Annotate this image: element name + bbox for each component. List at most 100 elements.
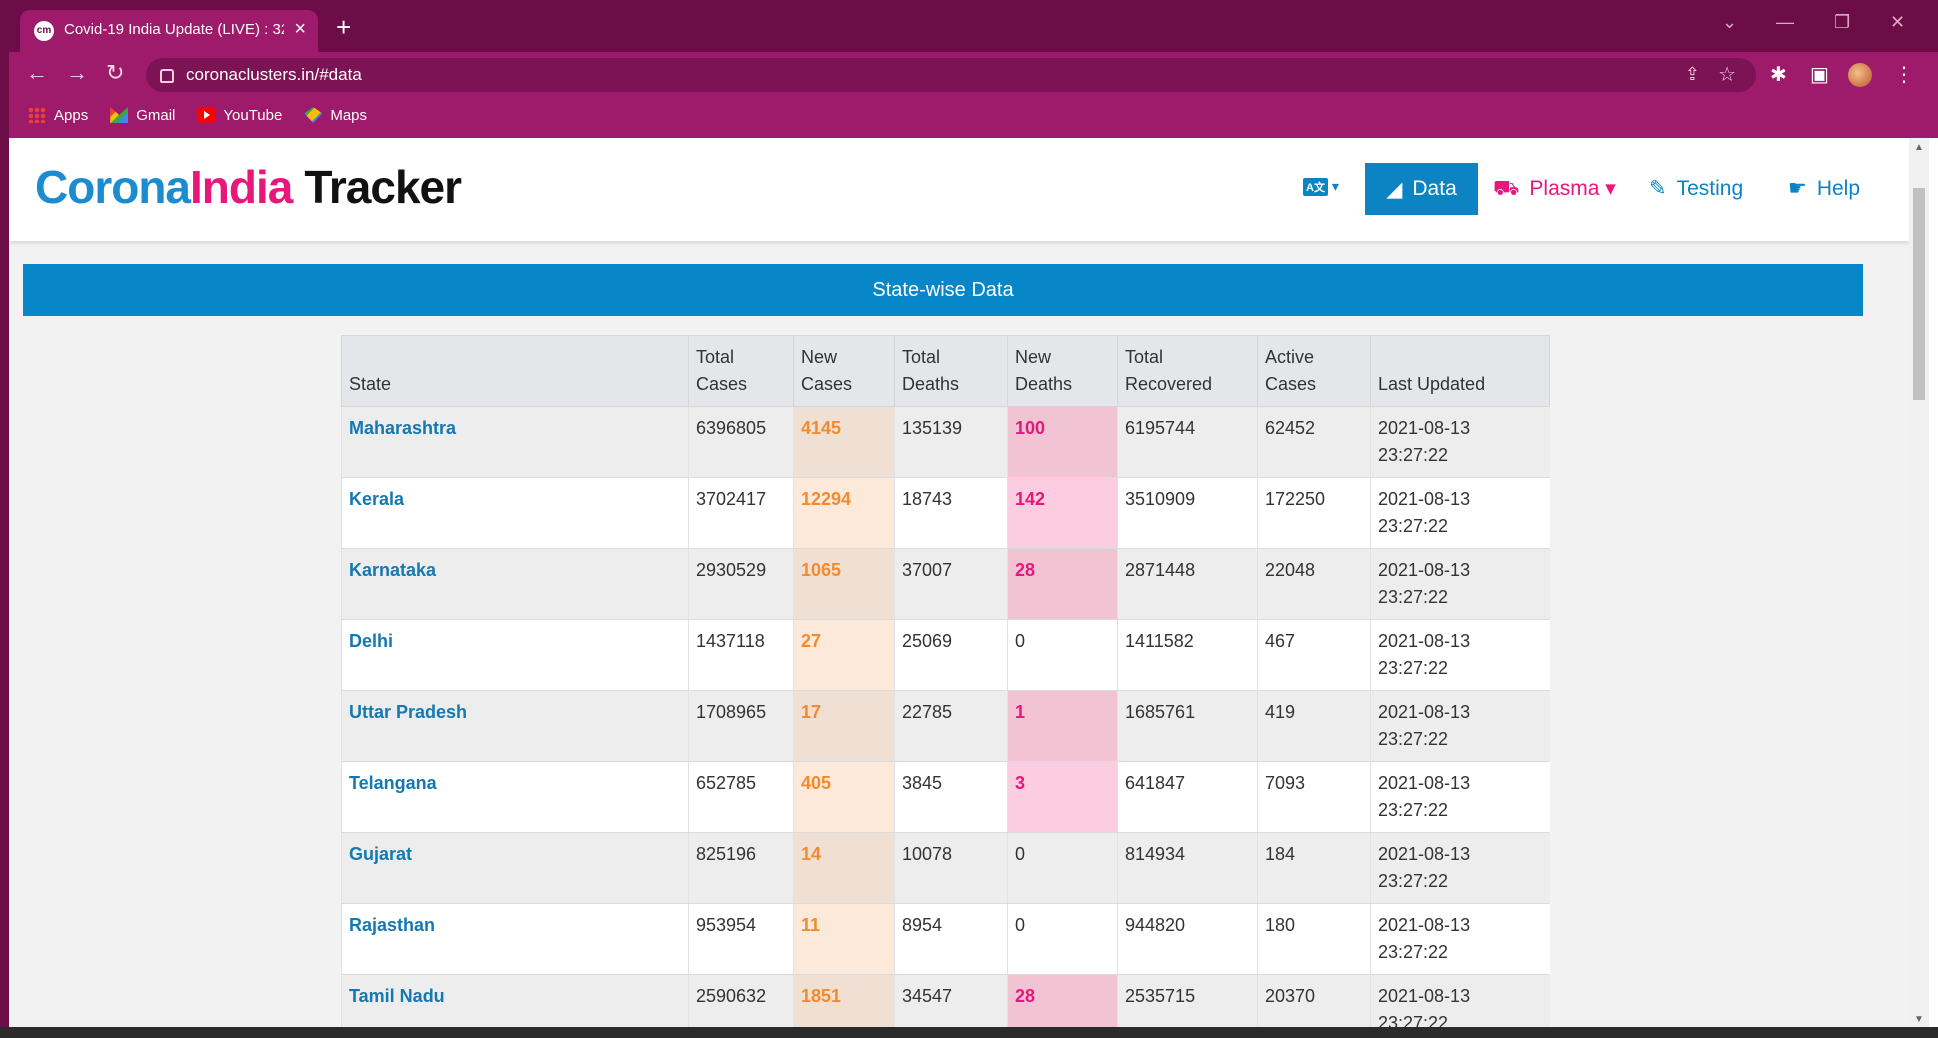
- translate-icon: A文: [1303, 178, 1328, 196]
- total-recovered-cell: 814934: [1117, 832, 1258, 904]
- state-link[interactable]: Tamil Nadu: [341, 974, 689, 1027]
- total-cases-cell: 652785: [688, 761, 794, 833]
- minimize-icon[interactable]: —: [1776, 12, 1794, 33]
- state-wise-banner: State-wise Data: [23, 264, 1863, 316]
- new-cases-cell: 1065: [793, 548, 895, 620]
- reload-icon[interactable]: ↻: [106, 60, 124, 86]
- new-deaths-cell: 1: [1007, 690, 1118, 762]
- table-header-row: State Total Cases New Cases Total Deaths Ne…: [341, 335, 1550, 407]
- active-cases-cell: 172250: [1257, 477, 1371, 549]
- new-cases-cell: 1851: [793, 974, 895, 1027]
- nav-data-button[interactable]: ◢ Data: [1365, 163, 1478, 215]
- total-deaths-cell: 135139: [894, 406, 1008, 478]
- handshake-icon: ☛: [1788, 177, 1807, 200]
- page-scrollbar[interactable]: ▲ ▼: [1909, 138, 1929, 1027]
- header-state[interactable]: State: [341, 335, 689, 407]
- total-deaths-cell: 25069: [894, 619, 1008, 691]
- window-border: [0, 0, 9, 1038]
- site-logo[interactable]: CoronaIndia Tracker: [35, 160, 462, 214]
- new-deaths-cell: 0: [1007, 619, 1118, 691]
- header-last-updated[interactable]: Last Updated: [1370, 335, 1550, 407]
- total-recovered-cell: 6195744: [1117, 406, 1258, 478]
- state-link[interactable]: Telangana: [341, 761, 689, 833]
- nav-plasma-dropdown[interactable]: ⛟ Plasma ▾: [1493, 176, 1616, 203]
- state-link[interactable]: Rajasthan: [341, 903, 689, 975]
- state-link[interactable]: Delhi: [341, 619, 689, 691]
- bookmark-apps[interactable]: Apps: [28, 107, 88, 124]
- plus-icon[interactable]: +: [336, 12, 351, 43]
- extensions-icon[interactable]: ✱: [1770, 62, 1787, 87]
- new-cases-cell: 27: [793, 619, 895, 691]
- active-cases-cell: 20370: [1257, 974, 1371, 1027]
- total-cases-cell: 1708965: [688, 690, 794, 762]
- table-row: Rajasthan 953954 11 8954 0 944820 180 2021-08-1…: [341, 903, 1550, 975]
- youtube-icon: [197, 107, 216, 123]
- new-cases-cell: 4145: [793, 406, 895, 478]
- new-deaths-cell: 28: [1007, 548, 1118, 620]
- table-row: Gujarat 825196 14 10078 0 814934 184 2021-08-13…: [341, 832, 1550, 904]
- header-new-cases[interactable]: New Cases: [793, 335, 895, 407]
- sidebar-icon[interactable]: ▣: [1810, 62, 1829, 87]
- state-link[interactable]: Uttar Pradesh: [341, 690, 689, 762]
- last-updated-cell: 2021-08-13 23:27:22: [1370, 832, 1550, 904]
- table-row: Telangana 652785 405 3845 3 641847 7093 2021-08…: [341, 761, 1550, 833]
- active-cases-cell: 180: [1257, 903, 1371, 975]
- profile-avatar[interactable]: [1848, 63, 1872, 87]
- tab-title: Covid-19 India Update (LIVE) : 32: [64, 21, 284, 38]
- last-updated-cell: 2021-08-13 23:27:22: [1370, 974, 1550, 1027]
- header-total-cases[interactable]: Total Cases: [688, 335, 794, 407]
- header-total-deaths[interactable]: Total Deaths: [894, 335, 1008, 407]
- total-cases-cell: 3702417: [688, 477, 794, 549]
- bookmark-maps[interactable]: Maps: [304, 107, 367, 124]
- lock-icon: [160, 69, 174, 83]
- active-cases-cell: 467: [1257, 619, 1371, 691]
- last-updated-cell: 2021-08-13 23:27:22: [1370, 619, 1550, 691]
- total-cases-cell: 6396805: [688, 406, 794, 478]
- language-dropdown[interactable]: A文 ▾: [1303, 178, 1339, 196]
- nav-testing-link[interactable]: ✎ Testing: [1649, 176, 1743, 201]
- scroll-up-icon[interactable]: ▲: [1914, 142, 1924, 153]
- new-cases-cell: 17: [793, 690, 895, 762]
- menu-icon[interactable]: ⋮: [1894, 62, 1914, 87]
- bookmark-youtube[interactable]: YouTube: [197, 107, 282, 124]
- nav-help-link[interactable]: ☛ Help: [1788, 176, 1860, 201]
- share-icon[interactable]: ⇪: [1685, 64, 1700, 85]
- browser-tab[interactable]: cm Covid-19 India Update (LIVE) : 32 ×: [20, 10, 318, 52]
- last-updated-cell: 2021-08-13 23:27:22: [1370, 406, 1550, 478]
- state-data-table: State Total Cases New Cases Total Deaths Ne…: [341, 335, 1550, 1027]
- new-cases-cell: 405: [793, 761, 895, 833]
- tracker-favicon: cm: [34, 21, 54, 41]
- state-link[interactable]: Kerala: [341, 477, 689, 549]
- restore-icon[interactable]: ❐: [1834, 12, 1850, 33]
- bookmark-gmail[interactable]: Gmail: [110, 107, 175, 124]
- site-navbar: CoronaIndia Tracker A文 ▾ ◢ Data ⛟ Plasma ▾…: [9, 138, 1909, 241]
- back-icon[interactable]: ←: [26, 60, 48, 86]
- total-recovered-cell: 2535715: [1117, 974, 1258, 1027]
- apps-icon: [28, 107, 46, 123]
- header-new-deaths[interactable]: New Deaths: [1007, 335, 1118, 407]
- window-close-icon[interactable]: ✕: [1890, 12, 1905, 33]
- active-cases-cell: 184: [1257, 832, 1371, 904]
- header-total-recovered[interactable]: Total Recovered: [1117, 335, 1258, 407]
- header-active-cases[interactable]: Active Cases: [1257, 335, 1371, 407]
- total-recovered-cell: 1411582: [1117, 619, 1258, 691]
- address-bar[interactable]: coronaclusters.in/#data ⇪ ☆: [146, 58, 1756, 92]
- new-deaths-cell: 28: [1007, 974, 1118, 1027]
- scroll-down-icon[interactable]: ▼: [1914, 1014, 1924, 1025]
- last-updated-cell: 2021-08-13 23:27:22: [1370, 477, 1550, 549]
- chevron-down-icon[interactable]: ⌄: [1722, 12, 1737, 33]
- url-text[interactable]: coronaclusters.in/#data: [186, 65, 362, 85]
- star-icon[interactable]: ☆: [1718, 62, 1736, 87]
- total-deaths-cell: 8954: [894, 903, 1008, 975]
- table-row: Kerala 3702417 12294 18743 142 3510909 172250 2…: [341, 477, 1550, 549]
- close-icon[interactable]: ×: [294, 18, 306, 41]
- total-recovered-cell: 2871448: [1117, 548, 1258, 620]
- bookmarks-bar: Apps Gmail YouTube Maps: [28, 104, 389, 126]
- state-link[interactable]: Karnataka: [341, 548, 689, 620]
- last-updated-cell: 2021-08-13 23:27:22: [1370, 548, 1550, 620]
- state-link[interactable]: Maharashtra: [341, 406, 689, 478]
- state-link[interactable]: Gujarat: [341, 832, 689, 904]
- total-cases-cell: 2590632: [688, 974, 794, 1027]
- forward-icon[interactable]: →: [66, 60, 88, 86]
- scrollbar-thumb[interactable]: [1913, 188, 1925, 400]
